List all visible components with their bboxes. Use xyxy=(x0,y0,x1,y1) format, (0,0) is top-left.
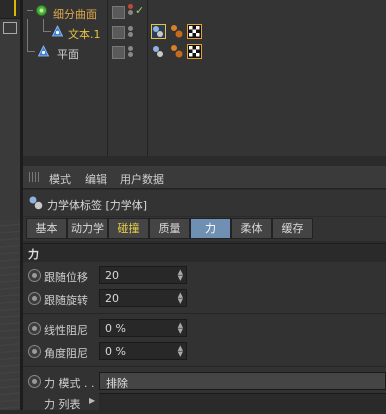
plane-icon xyxy=(37,45,50,57)
spinner-arrows-icon[interactable]: ▲ ▼ xyxy=(178,292,183,305)
section-title: 力 xyxy=(28,248,39,261)
menu-user-data[interactable]: 用户数据 xyxy=(120,171,164,187)
panel-splitter[interactable] xyxy=(23,156,386,166)
material-tag-icon[interactable] xyxy=(169,24,184,39)
tab-mass[interactable]: 质量 xyxy=(149,218,190,239)
layer-toggle-icon[interactable] xyxy=(112,26,125,39)
visibility-dots-icon[interactable] xyxy=(128,46,134,58)
active-indicator xyxy=(14,0,16,16)
param-label: 线性阻尼 xyxy=(44,324,88,337)
param-follow-position: 跟随位移 20 ▲ ▼ xyxy=(23,265,386,287)
tab-basic[interactable]: 基本 xyxy=(26,218,67,239)
viewport-edge xyxy=(0,0,20,410)
spinner-arrows-icon[interactable]: ▲ ▼ xyxy=(178,269,183,282)
menu-edit[interactable]: 编辑 xyxy=(85,171,107,187)
param-follow-rotation: 跟随旋转 20 ▲ ▼ xyxy=(23,288,386,310)
linear-damping-input[interactable]: 0 % ▲ ▼ xyxy=(99,319,187,337)
dynamics-tag-icon[interactable] xyxy=(151,44,166,59)
grip-icon[interactable] xyxy=(29,172,39,182)
param-label: 跟随旋转 xyxy=(44,294,88,307)
animate-radio-icon[interactable] xyxy=(28,292,41,305)
row-separator xyxy=(23,366,386,367)
object-name: 细分曲面 xyxy=(53,8,97,21)
object-row-text[interactable]: 文本.1 xyxy=(23,19,386,43)
param-label: 角度阻尼 xyxy=(44,347,88,360)
dynamics-body-icon xyxy=(29,196,43,210)
force-list-box[interactable] xyxy=(99,393,386,412)
object-row-subdivision[interactable]: 细分曲面 ✓ xyxy=(23,3,386,23)
checker-texture-tag-icon[interactable] xyxy=(187,44,202,59)
object-manager: 细分曲面 ✓ 文本.1 平面 xyxy=(23,0,386,156)
animate-radio-icon[interactable] xyxy=(28,375,41,388)
follow-position-input[interactable]: 20 ▲ ▼ xyxy=(99,266,187,284)
animate-radio-icon[interactable] xyxy=(28,269,41,282)
row-separator xyxy=(23,313,386,314)
object-name: 平面 xyxy=(57,48,79,61)
layer-toggle-icon[interactable] xyxy=(112,6,125,19)
param-label: 力 模式 . . xyxy=(44,377,95,390)
viewport-toolbar xyxy=(0,0,20,19)
enabled-check-icon[interactable]: ✓ xyxy=(135,4,144,17)
tab-collision[interactable]: 碰撞 xyxy=(108,218,149,239)
viewport-icon[interactable] xyxy=(3,22,17,34)
tab-dynamics[interactable]: 动力学 xyxy=(67,218,108,239)
attribute-title: 力学体标签 [力学体] xyxy=(47,199,148,212)
material-tag-icon[interactable] xyxy=(169,44,184,59)
text-spline-icon xyxy=(51,25,64,37)
force-mode-dropdown[interactable]: 排除 xyxy=(99,372,386,390)
layer-toggle-icon[interactable] xyxy=(112,46,125,59)
param-label: 跟随位移 xyxy=(44,271,88,284)
menu-mode[interactable]: 模式 xyxy=(49,171,71,187)
follow-rotation-input[interactable]: 20 ▲ ▼ xyxy=(99,289,187,307)
param-force-list: 力 列表 ▶ xyxy=(23,392,386,414)
dynamics-tag-icon[interactable] xyxy=(151,24,166,39)
subdivision-surface-icon xyxy=(36,5,47,16)
tab-force[interactable]: 力 xyxy=(190,218,231,239)
param-linear-damping: 线性阻尼 0 % ▲ ▼ xyxy=(23,318,386,340)
attribute-menu-bar: 模式 编辑 用户数据 xyxy=(23,166,386,189)
angular-damping-input[interactable]: 0 % ▲ ▼ xyxy=(99,342,187,360)
attribute-title-row: 力学体标签 [力学体] xyxy=(23,190,386,216)
animate-radio-icon[interactable] xyxy=(28,322,41,335)
visibility-dots-icon[interactable] xyxy=(128,4,134,16)
tab-soft-body[interactable]: 柔体 xyxy=(231,218,272,239)
spinner-arrows-icon[interactable]: ▲ ▼ xyxy=(178,345,183,358)
attribute-tabs: 基本 动力学 碰撞 质量 力 柔体 缓存 xyxy=(23,217,386,241)
visibility-dots-icon[interactable] xyxy=(128,26,134,38)
object-row-plane[interactable]: 平面 xyxy=(23,19,386,63)
spinner-arrows-icon[interactable]: ▲ ▼ xyxy=(178,322,183,335)
param-force-mode: 力 模式 . . 排除 xyxy=(23,371,386,393)
expand-arrow-icon[interactable]: ▶ xyxy=(89,396,95,405)
object-name: 文本.1 xyxy=(68,28,101,41)
param-angular-damping: 角度阻尼 0 % ▲ ▼ xyxy=(23,341,386,363)
viewport-grid xyxy=(0,220,20,410)
checker-texture-tag-icon[interactable] xyxy=(187,24,202,39)
section-header: 力 xyxy=(23,243,386,262)
tab-cache[interactable]: 缓存 xyxy=(272,218,313,239)
animate-radio-icon[interactable] xyxy=(28,345,41,358)
